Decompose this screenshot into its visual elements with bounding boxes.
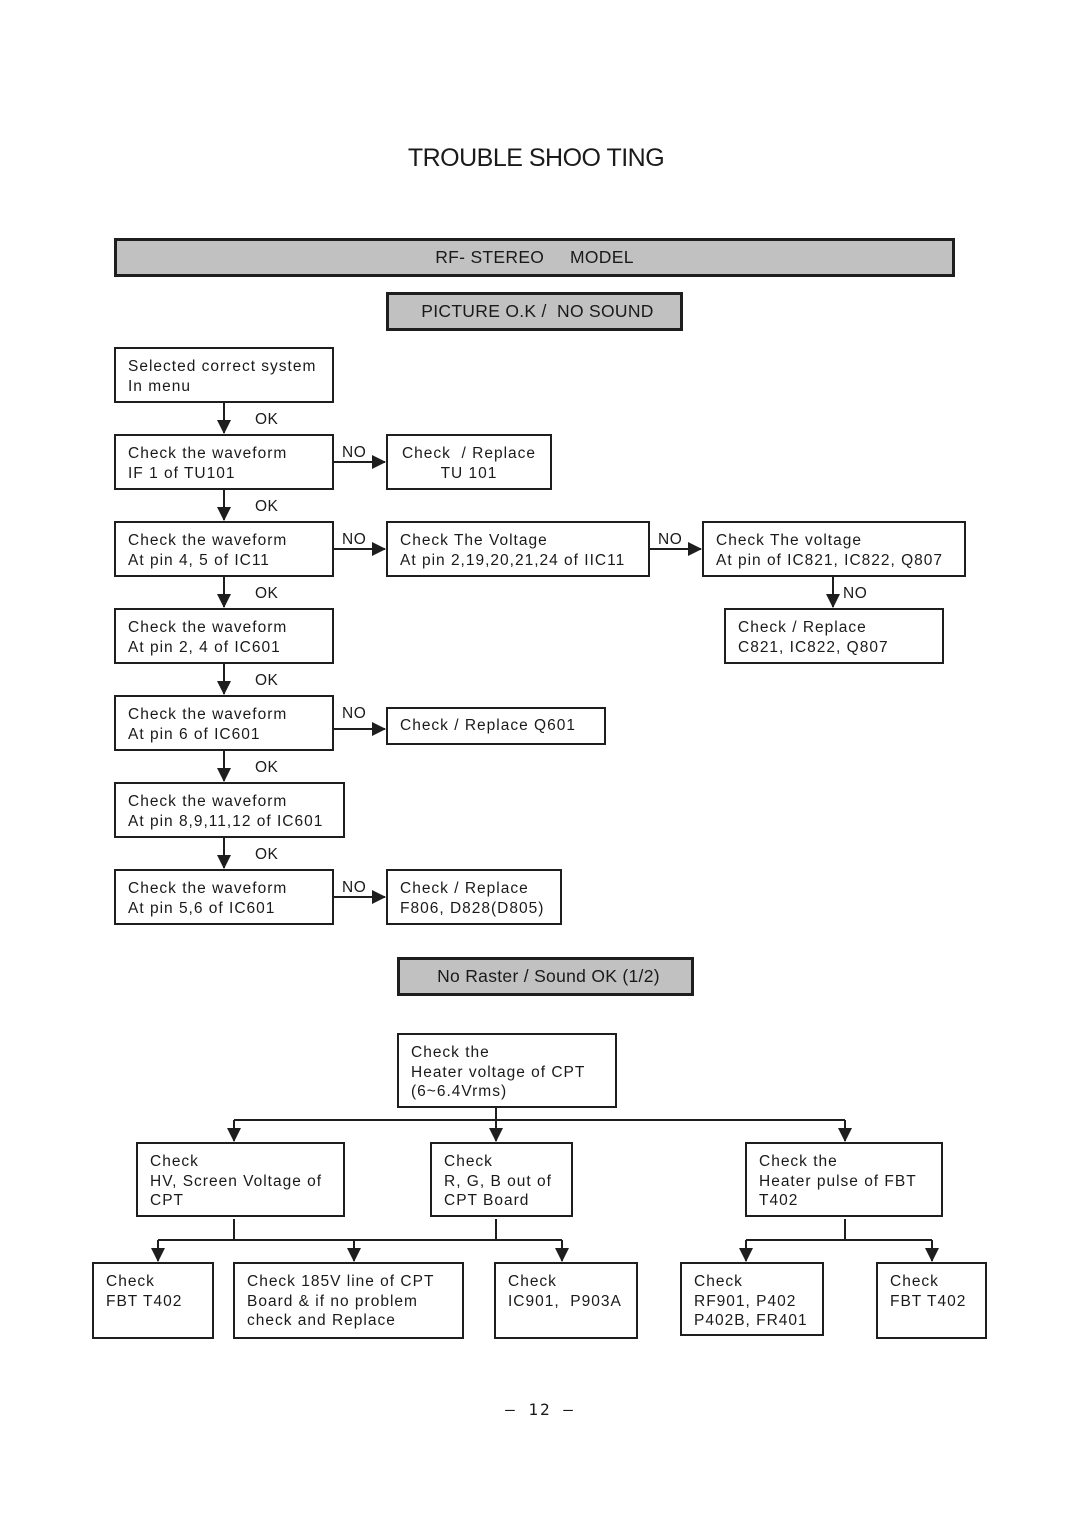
action-text: Check bbox=[508, 1273, 557, 1290]
check-185v-line: Check 185V line of CPT Board & if no pro… bbox=[233, 1262, 464, 1339]
no-label: NO bbox=[342, 444, 367, 461]
step-text: CPT bbox=[150, 1192, 184, 1209]
check-voltage-iic11: Check The Voltage At pin 2,19,20,21,24 o… bbox=[386, 521, 650, 577]
check-heater-pulse-fbt: Check the Heater pulse of FBT T402 bbox=[745, 1142, 943, 1217]
flow-step-pin-5-6-ic601: Check the waveform At pin 5,6 of IC601 bbox=[114, 869, 334, 925]
action-text: check and Replace bbox=[247, 1312, 396, 1329]
page-title: TROUBLE SHOO TING bbox=[407, 144, 665, 172]
action-replace-tu101: Check / Replace TU 101 bbox=[386, 434, 552, 490]
ok-label: OK bbox=[255, 759, 279, 776]
flow-step-pin-4-5-ic11: Check the waveform At pin 4, 5 of IC11 bbox=[114, 521, 334, 577]
check-rgb-out: Check R, G, B out of CPT Board bbox=[430, 1142, 573, 1217]
action-text: RF901, P402 bbox=[694, 1292, 797, 1310]
action-text: TU 101 bbox=[440, 464, 498, 482]
step-text: At pin 2, 4 of IC601 bbox=[128, 638, 281, 656]
step-text: Check bbox=[444, 1153, 493, 1170]
action-text: Check / Replace Q601 bbox=[400, 717, 576, 735]
ok-label: OK bbox=[255, 585, 279, 602]
ok-label: OK bbox=[255, 498, 279, 515]
step-text: Heater pulse of FBT bbox=[759, 1172, 917, 1190]
check-hv-screen-voltage: Check HV, Screen Voltage of CPT bbox=[136, 1142, 345, 1217]
flow-step-pin-6-ic601: Check the waveform At pin 6 of IC601 bbox=[114, 695, 334, 751]
step-text: T402 bbox=[759, 1192, 799, 1209]
action-text: IC901, P903A bbox=[508, 1292, 622, 1310]
step-text: At pin 4, 5 of IC11 bbox=[128, 551, 270, 569]
ok-label: OK bbox=[255, 672, 279, 689]
check-fbt-t402-b: Check FBT T402 bbox=[876, 1262, 987, 1339]
step-text: Check the bbox=[759, 1153, 838, 1170]
action-text: C821, IC822, Q807 bbox=[738, 638, 889, 656]
step-text: CPT Board bbox=[444, 1192, 530, 1209]
action-text: F806, D828(D805) bbox=[400, 899, 545, 917]
action-text: Check bbox=[890, 1273, 939, 1290]
action-text: FBT T402 bbox=[106, 1292, 183, 1310]
action-text: FBT T402 bbox=[890, 1292, 967, 1310]
action-replace-q601: Check / Replace Q601 bbox=[386, 707, 606, 745]
step-text: Check the waveform bbox=[128, 793, 288, 810]
step-text: Check bbox=[150, 1153, 199, 1170]
step-text: Selected correct system bbox=[128, 358, 317, 375]
step-text: Check the waveform bbox=[128, 880, 288, 897]
step-text: Check The Voltage bbox=[400, 532, 548, 549]
step-text: Check the waveform bbox=[128, 706, 288, 723]
no-label: NO bbox=[843, 585, 868, 602]
action-replace-f806: Check / Replace F806, D828(D805) bbox=[386, 869, 562, 925]
ok-label: OK bbox=[255, 411, 279, 428]
model-header: RF- STEREO MODEL bbox=[114, 238, 955, 277]
no-label: NO bbox=[342, 705, 367, 722]
step-text: IF 1 of TU101 bbox=[128, 464, 236, 482]
step-text: Check the waveform bbox=[128, 619, 288, 636]
page-number: – 12 – bbox=[505, 1400, 575, 1419]
check-rf901-p402: Check RF901, P402 P402B, FR401 bbox=[680, 1262, 824, 1336]
action-text: Check bbox=[694, 1273, 743, 1290]
flow-step-pin-8-9-11-12-ic601: Check the waveform At pin 8,9,11,12 of I… bbox=[114, 782, 345, 838]
step-text: Check the waveform bbox=[128, 532, 288, 549]
action-text: Check / Replace bbox=[401, 445, 537, 462]
section-header-label: PICTURE O.K / NO SOUND bbox=[421, 301, 654, 321]
flow-step-pin-2-4-ic601: Check the waveform At pin 2, 4 of IC601 bbox=[114, 608, 334, 664]
action-text: Board & if no problem bbox=[247, 1292, 418, 1310]
check-heater-voltage-cpt: Check the Heater voltage of CPT (6~6.4Vr… bbox=[397, 1033, 617, 1108]
step-text: At pin of IC821, IC822, Q807 bbox=[716, 551, 944, 569]
check-voltage-ic821: Check The voltage At pin of IC821, IC822… bbox=[702, 521, 966, 577]
step-text: (6~6.4Vrms) bbox=[411, 1083, 508, 1100]
step-text: R, G, B out of bbox=[444, 1172, 552, 1190]
step-text: Check the waveform bbox=[128, 445, 288, 462]
step-text: Check The voltage bbox=[716, 532, 862, 549]
step-text: At pin 5,6 of IC601 bbox=[128, 899, 276, 917]
ok-label: OK bbox=[255, 846, 279, 863]
action-text: Check / Replace bbox=[400, 880, 529, 897]
step-text: At pin 6 of IC601 bbox=[128, 725, 261, 743]
flow-step-if-tu101: Check the waveform IF 1 of TU101 bbox=[114, 434, 334, 490]
action-replace-c821: Check / Replace C821, IC822, Q807 bbox=[724, 608, 944, 664]
step-text: In menu bbox=[128, 377, 192, 395]
action-text: Check 185V line of CPT bbox=[247, 1273, 435, 1290]
check-fbt-t402-a: Check FBT T402 bbox=[92, 1262, 214, 1339]
section-header-no-raster: No Raster / Sound OK (1/2) bbox=[397, 957, 694, 996]
step-text: Check the bbox=[411, 1044, 490, 1061]
step-text: At pin 2,19,20,21,24 of IIC11 bbox=[400, 551, 626, 569]
flow-step-select-system: Selected correct system In menu bbox=[114, 347, 334, 403]
section-header-no-sound: PICTURE O.K / NO SOUND bbox=[386, 292, 683, 331]
no-label: NO bbox=[342, 531, 367, 548]
step-text: Heater voltage of CPT bbox=[411, 1063, 586, 1081]
model-header-label: RF- STEREO MODEL bbox=[435, 247, 634, 267]
step-text: HV, Screen Voltage of bbox=[150, 1172, 323, 1190]
step-text: At pin 8,9,11,12 of IC601 bbox=[128, 812, 324, 830]
no-label: NO bbox=[342, 879, 367, 896]
check-ic901-p903a: Check IC901, P903A bbox=[494, 1262, 638, 1339]
section-header-label: No Raster / Sound OK (1/2) bbox=[437, 966, 660, 986]
action-text: P402B, FR401 bbox=[694, 1312, 808, 1329]
action-text: Check / Replace bbox=[738, 619, 867, 636]
action-text: Check bbox=[106, 1273, 155, 1290]
no-label: NO bbox=[658, 531, 683, 548]
